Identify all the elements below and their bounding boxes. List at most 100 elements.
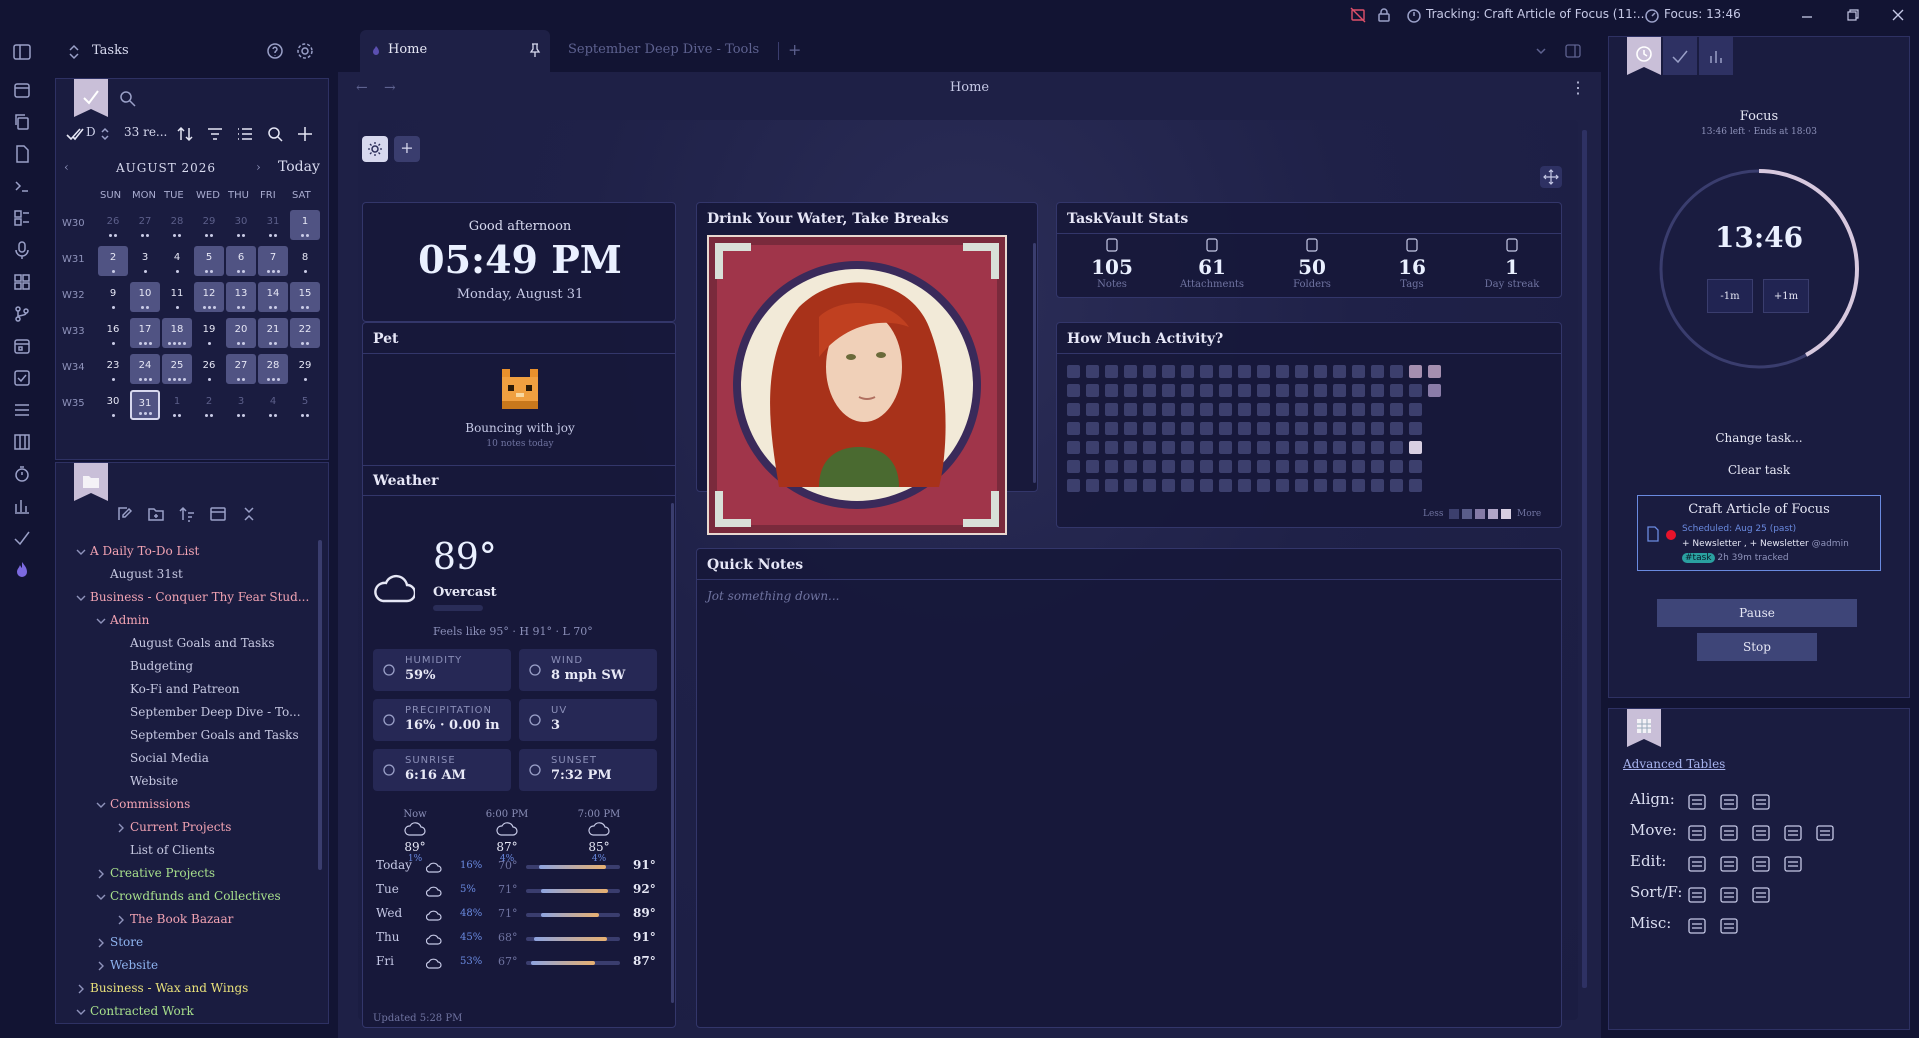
- chart-icon[interactable]: [12, 496, 32, 516]
- table-action-icon[interactable]: [1686, 853, 1708, 875]
- heatmap-cell[interactable]: [1409, 479, 1422, 492]
- tree-scrollbar[interactable]: [318, 540, 322, 870]
- tasks-tab[interactable]: [1663, 37, 1697, 75]
- heatmap-cell[interactable]: [1352, 365, 1365, 378]
- heatmap-cell[interactable]: [1276, 441, 1289, 454]
- chevron-down-icon[interactable]: [76, 1007, 86, 1017]
- clock-icon[interactable]: [12, 464, 32, 484]
- heatmap-cell[interactable]: [1276, 384, 1289, 397]
- heatmap-cell[interactable]: [1333, 441, 1346, 454]
- help-icon[interactable]: [266, 42, 284, 60]
- new-tab-icon[interactable]: +: [788, 40, 801, 59]
- file-icon[interactable]: [12, 144, 32, 164]
- collapse-icon[interactable]: [209, 505, 227, 523]
- heatmap-cell[interactable]: [1295, 460, 1308, 473]
- heatmap-cell[interactable]: [1295, 441, 1308, 454]
- heatmap-cell[interactable]: [1219, 384, 1232, 397]
- heatmap-cell[interactable]: [1124, 441, 1137, 454]
- calendar-day[interactable]: 10: [130, 282, 160, 312]
- heatmap-cell[interactable]: [1314, 479, 1327, 492]
- tab-september-deep-dive[interactable]: September Deep Dive - Tools: [556, 30, 776, 72]
- tracking-status[interactable]: Tracking: Craft Article of Focus (11:...: [1426, 7, 1648, 21]
- heatmap-cell[interactable]: [1295, 422, 1308, 435]
- tree-item[interactable]: Crowdfunds and Collectives: [96, 887, 316, 907]
- weather-scrollbar[interactable]: [671, 503, 674, 1003]
- heatmap-cell[interactable]: [1219, 460, 1232, 473]
- files-bookmark-tab[interactable]: [74, 463, 108, 501]
- right-sidebar-toggle-icon[interactable]: [1564, 42, 1582, 60]
- list-icon[interactable]: [12, 400, 32, 420]
- calendar-day[interactable]: 5: [290, 390, 320, 420]
- filter-letter[interactable]: D: [86, 125, 96, 139]
- heatmap-cell[interactable]: [1200, 403, 1213, 416]
- heatmap-cell[interactable]: [1276, 479, 1289, 492]
- heatmap-cell[interactable]: [1124, 365, 1137, 378]
- sort-icon[interactable]: [100, 127, 110, 141]
- filter-icon[interactable]: [206, 125, 224, 143]
- heatmap-cell[interactable]: [1257, 460, 1270, 473]
- table-action-icon[interactable]: [1686, 915, 1708, 937]
- table-action-icon[interactable]: [1782, 853, 1804, 875]
- calendar-day[interactable]: 17: [130, 318, 160, 348]
- stats-tab[interactable]: [1699, 37, 1733, 75]
- calendar-day[interactable]: 30: [226, 210, 256, 240]
- focus-bookmark-tab[interactable]: [1627, 37, 1661, 75]
- heatmap-cell[interactable]: [1428, 384, 1441, 397]
- calendar-day[interactable]: 30: [98, 390, 128, 420]
- minus-minute-button[interactable]: -1m: [1707, 279, 1753, 313]
- calendar-day[interactable]: 9: [98, 282, 128, 312]
- table-action-icon[interactable]: [1718, 791, 1740, 813]
- calendar-day[interactable]: 21: [258, 318, 288, 348]
- chevron-right-icon[interactable]: [116, 823, 126, 833]
- tree-item[interactable]: September Goals and Tasks: [116, 726, 316, 746]
- calendar-day-icon[interactable]: [12, 336, 32, 356]
- maximize-icon[interactable]: [1846, 8, 1860, 22]
- chevron-down-icon[interactable]: [96, 892, 106, 902]
- table-action-icon[interactable]: [1686, 884, 1708, 906]
- lock-icon[interactable]: [1376, 7, 1392, 23]
- heatmap-cell[interactable]: [1105, 403, 1118, 416]
- table-action-icon[interactable]: [1750, 822, 1772, 844]
- heatmap-cell[interactable]: [1086, 384, 1099, 397]
- heatmap-cell[interactable]: [1105, 422, 1118, 435]
- heatmap-cell[interactable]: [1314, 384, 1327, 397]
- calendar-day[interactable]: 4: [162, 246, 192, 276]
- heatmap-cell[interactable]: [1219, 422, 1232, 435]
- tree-item[interactable]: September Deep Dive - To...: [116, 703, 316, 723]
- calendar-day[interactable]: 2: [98, 246, 128, 276]
- heatmap-cell[interactable]: [1371, 441, 1384, 454]
- tree-item[interactable]: A Daily To-Do List: [76, 542, 316, 562]
- heatmap-cell[interactable]: [1219, 403, 1232, 416]
- image-scrollbar[interactable]: [1033, 243, 1036, 483]
- heatmap-cell[interactable]: [1352, 384, 1365, 397]
- table-action-icon[interactable]: [1686, 791, 1708, 813]
- calendar-day[interactable]: 27: [130, 210, 160, 240]
- calendar-day[interactable]: 4: [258, 390, 288, 420]
- list-icon[interactable]: [236, 125, 254, 143]
- calendar-day[interactable]: 24: [130, 354, 160, 384]
- notes-input[interactable]: Jot something down...: [707, 589, 840, 603]
- heatmap-cell[interactable]: [1162, 365, 1175, 378]
- calendar-day[interactable]: 31: [130, 390, 160, 420]
- heatmap-cell[interactable]: [1181, 384, 1194, 397]
- gear-icon[interactable]: [296, 42, 314, 60]
- heatmap-cell[interactable]: [1200, 460, 1213, 473]
- heatmap-cell[interactable]: [1238, 403, 1251, 416]
- chevron-right-icon[interactable]: [96, 961, 106, 971]
- calendar-icon[interactable]: [12, 80, 32, 100]
- chevron-right-icon[interactable]: [96, 938, 106, 948]
- calendar-day[interactable]: 19: [194, 318, 224, 348]
- heatmap-cell[interactable]: [1371, 422, 1384, 435]
- calendar-day[interactable]: 5: [194, 246, 224, 276]
- heatmap-cell[interactable]: [1238, 479, 1251, 492]
- heatmap-cell[interactable]: [1314, 441, 1327, 454]
- heatmap-cell[interactable]: [1352, 422, 1365, 435]
- heatmap-cell[interactable]: [1276, 460, 1289, 473]
- heatmap-cell[interactable]: [1200, 365, 1213, 378]
- heatmap-cell[interactable]: [1143, 403, 1156, 416]
- tree-item[interactable]: Current Projects: [116, 818, 316, 838]
- heatmap-cell[interactable]: [1067, 460, 1080, 473]
- cat-pet-icon[interactable]: [496, 365, 544, 413]
- more-options-icon[interactable]: ⋮: [1570, 78, 1586, 97]
- heatmap-cell[interactable]: [1067, 422, 1080, 435]
